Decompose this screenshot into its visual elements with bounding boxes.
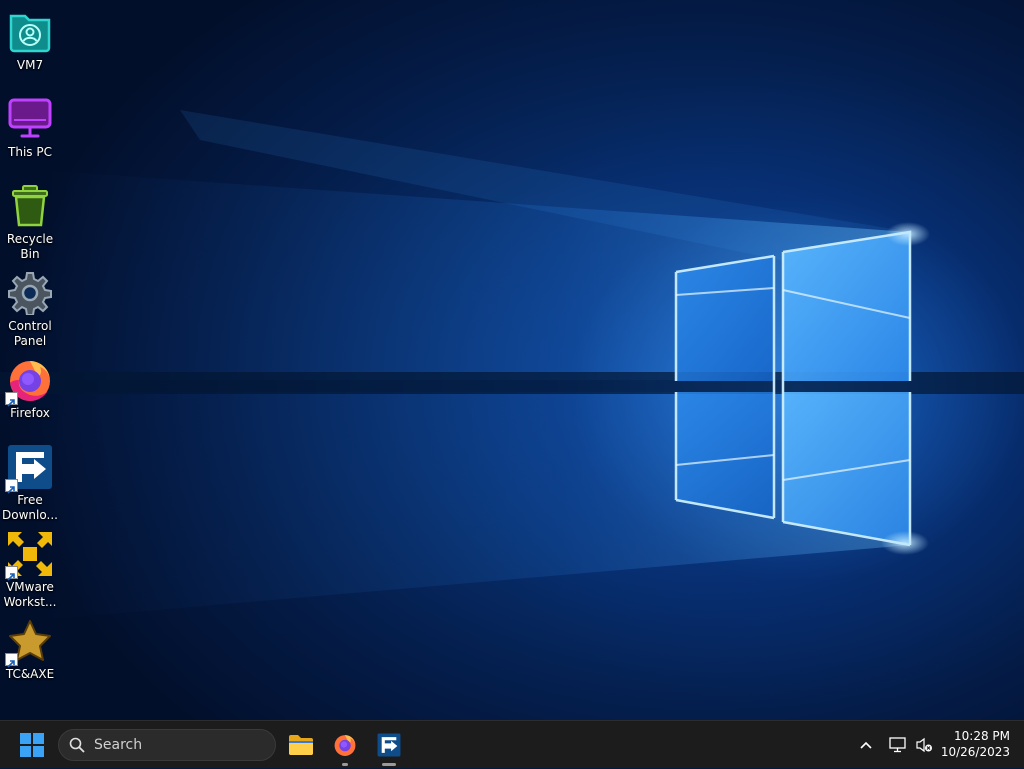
network-icon bbox=[889, 737, 906, 753]
shortcut-arrow-icon bbox=[5, 653, 18, 668]
tray-network-button[interactable] bbox=[886, 721, 910, 769]
shortcut-arrow-icon bbox=[5, 392, 18, 407]
user-folder-icon bbox=[6, 8, 54, 56]
desktop-icon-label: Free Downlo... bbox=[2, 493, 58, 522]
running-indicator bbox=[382, 763, 396, 766]
desktop-icon-label: This PC bbox=[8, 145, 52, 159]
desktop-icon-label: Firefox bbox=[10, 406, 50, 420]
volume-muted-icon bbox=[916, 737, 932, 753]
firefox-icon bbox=[334, 735, 356, 756]
chevron-up-icon bbox=[860, 741, 872, 749]
windows-logo-icon bbox=[20, 733, 44, 757]
desktop-icon-free-download-manager[interactable]: Free Downlo... bbox=[0, 443, 60, 523]
monitor-icon bbox=[6, 95, 54, 143]
gear-icon bbox=[6, 269, 54, 317]
taskbar-clock[interactable]: 10:28 PM 10/26/2023 bbox=[941, 728, 1010, 760]
shortcut-arrow-icon bbox=[5, 479, 18, 494]
desktop-icon-label: VMware Workst... bbox=[3, 580, 57, 609]
desktop-icon-firefox[interactable]: Firefox bbox=[0, 356, 60, 421]
free-download-manager-icon bbox=[377, 733, 401, 757]
windows-light-logo bbox=[0, 110, 1024, 620]
taskbar-firefox[interactable] bbox=[327, 727, 363, 766]
recycle-bin-icon bbox=[6, 182, 54, 230]
desktop-wallpaper bbox=[0, 0, 1024, 720]
desktop-icon-label: TC&AXE bbox=[5, 667, 55, 681]
firefox-icon bbox=[5, 356, 54, 407]
vmware-icon bbox=[5, 530, 54, 581]
running-indicator bbox=[342, 763, 348, 766]
desktop-icon-label: Recycle Bin bbox=[6, 232, 54, 261]
taskbar-file-explorer[interactable] bbox=[283, 727, 319, 763]
desktop-icon-label: Control Panel bbox=[8, 319, 52, 348]
desktop-icon-this-pc[interactable]: This PC bbox=[0, 95, 60, 160]
free-download-manager-icon bbox=[5, 443, 54, 494]
desktop-icon-tc-axe[interactable]: TC&AXE bbox=[0, 617, 60, 682]
shortcut-arrow-icon bbox=[5, 566, 18, 581]
desktop-icon-recycle-bin[interactable]: Recycle Bin bbox=[0, 182, 60, 262]
start-button[interactable] bbox=[14, 729, 50, 761]
tray-volume-button[interactable] bbox=[912, 721, 936, 769]
desktop-icon-control-panel[interactable]: Control Panel bbox=[0, 269, 60, 349]
taskbar-search-box[interactable]: Search bbox=[58, 729, 276, 761]
desktop-icon-label: VM7 bbox=[16, 58, 44, 72]
tray-overflow-button[interactable] bbox=[854, 721, 878, 769]
taskbar: Search 10:28 PM 10/26/2023 bbox=[0, 720, 1024, 768]
desktop-icon-vm7[interactable]: VM7 bbox=[0, 8, 60, 73]
folder-icon bbox=[289, 735, 313, 755]
clock-time: 10:28 PM bbox=[954, 729, 1010, 743]
search-icon bbox=[69, 737, 85, 753]
star-icon bbox=[5, 617, 54, 668]
taskbar-free-download-manager[interactable] bbox=[371, 727, 407, 766]
desktop-icon-vmware[interactable]: VMware Workst... bbox=[0, 530, 60, 610]
search-placeholder: Search bbox=[94, 737, 143, 753]
clock-date: 10/26/2023 bbox=[940, 745, 1010, 759]
